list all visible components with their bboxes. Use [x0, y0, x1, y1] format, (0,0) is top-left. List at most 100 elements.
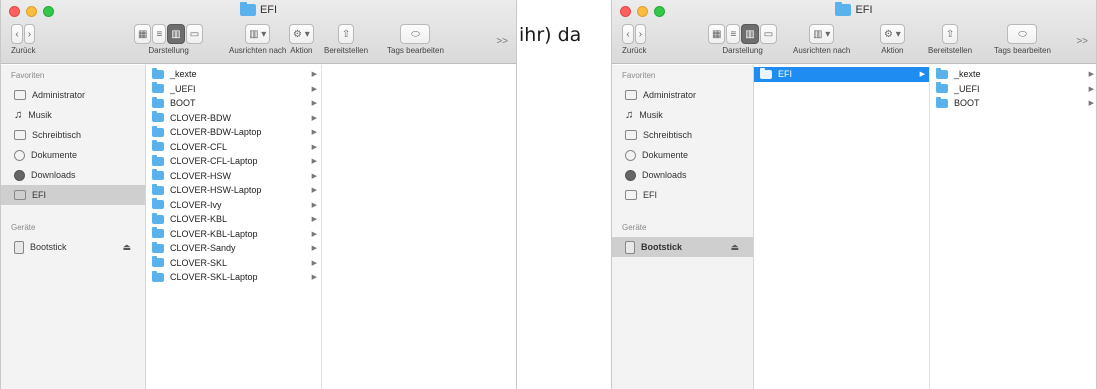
- toolbar-overflow-button[interactable]: >>: [1076, 36, 1088, 47]
- tags-button[interactable]: ⬭: [400, 24, 431, 44]
- list-view-button[interactable]: ≡: [726, 24, 741, 44]
- folder-icon: [152, 198, 164, 210]
- sidebar-item-efi[interactable]: EFI: [612, 185, 753, 205]
- background-text-between: ihr) da: [519, 24, 582, 46]
- list-item[interactable]: CLOVER-KBL-Laptop ▶: [146, 227, 321, 242]
- arrange-label: Ausrichten nach: [793, 46, 851, 55]
- forward-button[interactable]: ›: [634, 24, 647, 44]
- action-label: Aktion: [290, 46, 313, 55]
- list-item[interactable]: BOOT ▶: [930, 96, 1096, 111]
- sidebar-item-downloads[interactable]: Downloads: [612, 165, 753, 185]
- list-item[interactable]: CLOVER-BDW-Laptop ▶: [146, 125, 321, 140]
- folder-icon: [152, 140, 164, 152]
- list-item[interactable]: CLOVER-CFL ▶: [146, 140, 321, 155]
- sidebar-item-bootstick[interactable]: Bootstick ⏏: [1, 237, 145, 257]
- toolbar-overflow-button[interactable]: >>: [496, 36, 508, 47]
- usb-drive-icon: [14, 240, 24, 254]
- folder-icon: [835, 2, 852, 16]
- list-item[interactable]: CLOVER-SKL-Laptop ▶: [146, 270, 321, 285]
- folder-icon: [152, 154, 164, 166]
- action-button[interactable]: ⚙ ▾: [289, 24, 314, 44]
- coverflow-view-button[interactable]: ▭: [185, 24, 204, 44]
- column-view-button[interactable]: ▥: [167, 24, 185, 44]
- window-toolbar: EFI ‹ › Zurück ▦ ≡ ▥ ▭ Darstellung ▥ ▾ A…: [612, 0, 1096, 64]
- list-item[interactable]: EFI ▶: [754, 67, 929, 82]
- action-label: Aktion: [881, 46, 904, 55]
- coverflow-view-button[interactable]: ▭: [759, 24, 778, 44]
- folder-icon: [152, 212, 164, 224]
- back-label: Zurück: [622, 46, 647, 55]
- share-icon: ⇧: [341, 28, 351, 40]
- documents-icon: [14, 149, 25, 161]
- sidebar-item-musik[interactable]: ♫ Musik: [612, 105, 753, 125]
- list-item[interactable]: _kexte ▶: [930, 67, 1096, 82]
- disclosure-arrow-icon: ▶: [919, 71, 925, 79]
- list-item[interactable]: CLOVER-CFL-Laptop ▶: [146, 154, 321, 169]
- sidebar-item-musik[interactable]: ♫ Musik: [1, 105, 145, 125]
- list-item[interactable]: CLOVER-Sandy ▶: [146, 241, 321, 256]
- folder-icon: [152, 111, 164, 123]
- share-button[interactable]: ⇧: [337, 24, 355, 44]
- list-item[interactable]: CLOVER-SKL ▶: [146, 256, 321, 271]
- sidebar-header-favorites: Favoriten: [622, 71, 656, 80]
- tags-button[interactable]: ⬭: [1007, 24, 1038, 44]
- sidebar-item-dokumente[interactable]: Dokumente: [612, 145, 753, 165]
- grid-icon: ▦: [138, 28, 148, 40]
- arrange-group: ▥ ▾ Ausrichten nach: [793, 24, 850, 55]
- window-title: EFI: [1, 2, 516, 16]
- forward-button[interactable]: ›: [23, 24, 36, 44]
- sidebar-item-schreibtisch[interactable]: Schreibtisch: [612, 125, 753, 145]
- window-toolbar: EFI ‹ › Zurück ▦ ≡ ▥ ▭ Darstellung ▥ ▾ A…: [1, 0, 516, 64]
- disclosure-arrow-icon: ▶: [311, 143, 317, 151]
- arrange-button[interactable]: ▥ ▾: [245, 24, 271, 44]
- sidebar-header-devices: Geräte: [11, 223, 36, 232]
- icon-view-button[interactable]: ▦: [134, 24, 152, 44]
- disclosure-arrow-icon: ▶: [311, 71, 317, 79]
- eject-icon[interactable]: ⏏: [122, 242, 131, 253]
- drive-icon: [14, 190, 26, 200]
- arrange-icon: ▥ ▾: [249, 28, 267, 40]
- tags-label: Tags bearbeiten: [994, 46, 1051, 55]
- disclosure-arrow-icon: ▶: [311, 259, 317, 267]
- sidebar-item-efi[interactable]: EFI: [1, 185, 145, 205]
- sidebar-item-dokumente[interactable]: Dokumente: [1, 145, 145, 165]
- list-item[interactable]: BOOT ▶: [146, 96, 321, 111]
- list-item[interactable]: CLOVER-BDW ▶: [146, 111, 321, 126]
- share-button[interactable]: ⇧: [941, 24, 959, 44]
- share-icon: ⇧: [945, 28, 955, 40]
- list-item[interactable]: CLOVER-Ivy ▶: [146, 198, 321, 213]
- folder-icon: [152, 67, 164, 79]
- coverflow-icon: ▭: [189, 28, 200, 40]
- list-item[interactable]: _kexte ▶: [146, 67, 321, 82]
- columns-icon: ▥: [171, 28, 181, 40]
- view-label: Darstellung: [148, 46, 189, 55]
- list-item[interactable]: _UEFI ▶: [146, 82, 321, 97]
- finder-window-right: EFI ‹ › Zurück ▦ ≡ ▥ ▭ Darstellung ▥ ▾ A…: [611, 0, 1097, 389]
- share-group: ⇧ Bereitstellen: [928, 24, 972, 55]
- list-item[interactable]: _UEFI ▶: [930, 82, 1096, 97]
- list-item[interactable]: CLOVER-KBL ▶: [146, 212, 321, 227]
- sidebar-item-schreibtisch[interactable]: Schreibtisch: [1, 125, 145, 145]
- back-button[interactable]: ‹: [622, 24, 634, 44]
- list-item[interactable]: CLOVER-HSW-Laptop ▶: [146, 183, 321, 198]
- folder-icon: [936, 82, 948, 94]
- icon-view-button[interactable]: ▦: [708, 24, 726, 44]
- window-title-text: EFI: [855, 4, 873, 16]
- arrange-button[interactable]: ▥ ▾: [809, 24, 835, 44]
- disclosure-arrow-icon: ▶: [1088, 100, 1094, 108]
- list-item[interactable]: CLOVER-HSW ▶: [146, 169, 321, 184]
- back-forward-group: ‹ › Zurück: [622, 24, 646, 55]
- sidebar-item-bootstick[interactable]: Bootstick ⏏: [612, 237, 753, 257]
- sidebar-item-administrator[interactable]: Administrator: [612, 85, 753, 105]
- eject-icon[interactable]: ⏏: [730, 242, 739, 253]
- sidebar-item-downloads[interactable]: Downloads: [1, 165, 145, 185]
- folder-icon: [936, 67, 948, 79]
- back-button[interactable]: ‹: [11, 24, 23, 44]
- view-group: ▦ ≡ ▥ ▭ Darstellung: [134, 24, 204, 55]
- folder-icon: [239, 2, 256, 16]
- action-button[interactable]: ⚙ ▾: [880, 24, 905, 44]
- sidebar-item-administrator[interactable]: Administrator: [1, 85, 145, 105]
- column-view-button[interactable]: ▥: [741, 24, 759, 44]
- disclosure-arrow-icon: ▶: [311, 274, 317, 282]
- list-view-button[interactable]: ≡: [152, 24, 167, 44]
